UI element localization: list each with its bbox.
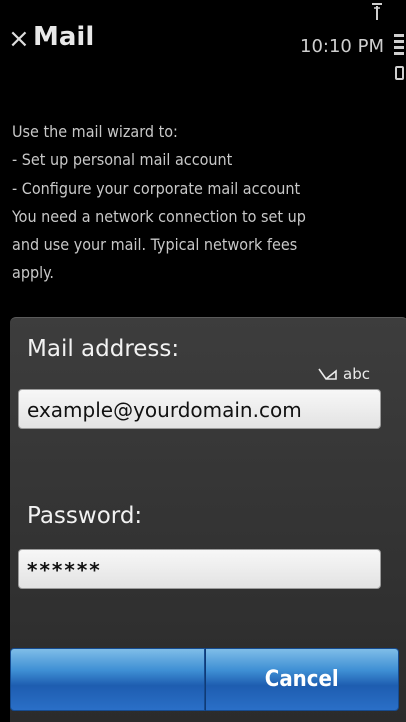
input-mode-indicator: abc — [318, 365, 370, 383]
password-label: Password: — [27, 503, 143, 529]
info-line: Use the mail wizard to: — [12, 122, 178, 141]
info-line: You need a network connection to set up — [12, 206, 306, 226]
signal-icon — [372, 3, 382, 20]
app-title: Mail — [33, 22, 95, 52]
info-line: apply. — [12, 263, 54, 283]
battery-icon — [394, 34, 404, 60]
cancel-button[interactable]: Cancel — [204, 648, 399, 711]
dialog-buttons: Cancel — [10, 648, 399, 711]
mail-address-input[interactable]: example@yourdomain.com — [18, 389, 381, 429]
info-line: and use your mail. Typical network fees — [12, 235, 298, 255]
password-input[interactable]: ****** — [18, 549, 381, 589]
login-dialog: Mail address: abc example@yourdomain.com… — [10, 317, 406, 722]
info-line: - Configure your corporate mail account — [12, 178, 301, 198]
input-mode-label: abc — [343, 365, 370, 383]
close-icon[interactable]: × — [8, 26, 30, 52]
status-bar: × Mail 10:10 PM — [0, 0, 406, 100]
pen-input-icon — [318, 368, 337, 380]
info-line: - Set up personal mail account — [12, 150, 233, 170]
info-text: Use the mail wizard to: - Set up persona… — [12, 118, 400, 288]
left-softkey-button[interactable] — [10, 648, 205, 711]
clock: 10:10 PM — [300, 36, 384, 57]
mail-address-label: Mail address: — [27, 336, 180, 362]
phone-icon — [395, 66, 404, 80]
